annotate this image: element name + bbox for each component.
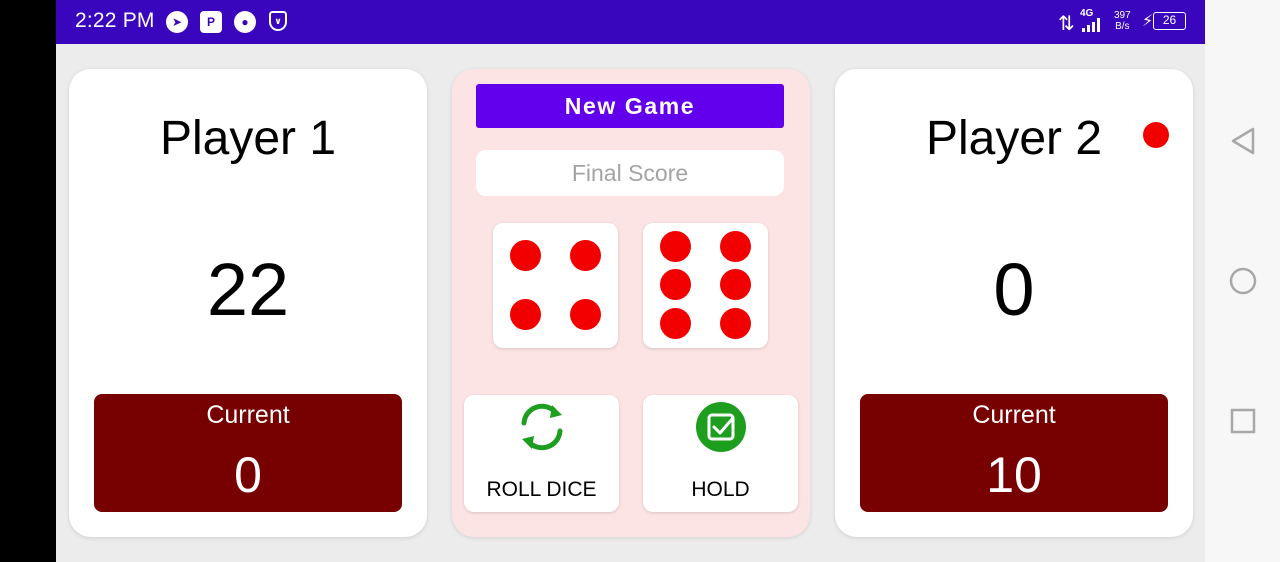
player1-name: Player 1 — [159, 112, 337, 165]
network-speed: 397 B/s — [1114, 10, 1131, 32]
final-score-input[interactable] — [476, 150, 784, 196]
speed-value: 397 — [1114, 10, 1131, 21]
die-pip — [660, 231, 691, 262]
signal-icon — [1082, 18, 1100, 32]
data-arrows-icon: ⇅ — [1058, 13, 1075, 35]
player2-name: Player 2 — [925, 112, 1103, 165]
parking-app-icon: P — [200, 11, 222, 33]
die-pip — [570, 299, 601, 330]
app-notification-icon: ● — [234, 11, 256, 33]
player2-current-label: Current — [972, 401, 1056, 429]
player1-current-label: Current — [206, 401, 290, 429]
check-square-icon — [695, 402, 746, 452]
die-pip — [510, 240, 541, 271]
app-content: Player 1 22 Current 0 New Game Final Sco… — [56, 44, 1205, 562]
active-player-indicator — [1143, 122, 1169, 148]
left-bezel — [0, 0, 56, 562]
hold-button[interactable]: HOLD — [643, 395, 798, 512]
new-game-button[interactable]: New Game — [476, 84, 784, 128]
player1-current-box: Current 0 — [94, 394, 402, 512]
roll-dice-label: ROLL DICE — [486, 478, 597, 501]
player2-card: Player 2 0 Current 10 — [835, 69, 1193, 537]
player2-current-value: 10 — [986, 447, 1042, 503]
charging-icon: ⚡ — [1142, 13, 1154, 30]
player2-current-box: Current 10 — [860, 394, 1168, 512]
player1-card: Player 1 22 Current 0 — [69, 69, 427, 537]
shield-icon: ∨ — [269, 11, 287, 31]
control-card: New Game Final Score ROLL DICE HOLD — [452, 69, 810, 537]
hold-label: HOLD — [691, 478, 750, 501]
die-pip — [570, 240, 601, 271]
player2-score: 0 — [993, 248, 1035, 331]
die-pip — [510, 299, 541, 330]
refresh-icon — [521, 403, 562, 451]
status-bar: 2:22 PM ➤ P ● ∨ ⇅ 4G 397 B/s ⚡ 26 — [56, 0, 1205, 44]
telegram-icon: ➤ — [166, 11, 188, 33]
square-recents-icon[interactable] — [1230, 408, 1256, 434]
roll-dice-button[interactable]: ROLL DICE — [464, 395, 619, 512]
device-screen: 2:22 PM ➤ P ● ∨ ⇅ 4G 397 B/s ⚡ 26 Player… — [0, 0, 1280, 562]
status-time: 2:22 PM — [75, 9, 155, 32]
player1-current-value: 0 — [234, 447, 262, 503]
die-pip — [720, 269, 751, 300]
die-pip — [720, 308, 751, 339]
player1-score: 22 — [206, 248, 290, 331]
die-pip — [660, 308, 691, 339]
die-2 — [643, 223, 768, 348]
die-pip — [720, 231, 751, 262]
speed-unit: B/s — [1115, 21, 1130, 32]
die-1 — [493, 223, 618, 348]
navigation-bar — [1205, 0, 1280, 562]
battery-level: 26 — [1153, 12, 1186, 30]
triangle-back-icon[interactable] — [1230, 127, 1256, 155]
circle-home-icon[interactable] — [1229, 267, 1257, 295]
die-pip — [660, 269, 691, 300]
